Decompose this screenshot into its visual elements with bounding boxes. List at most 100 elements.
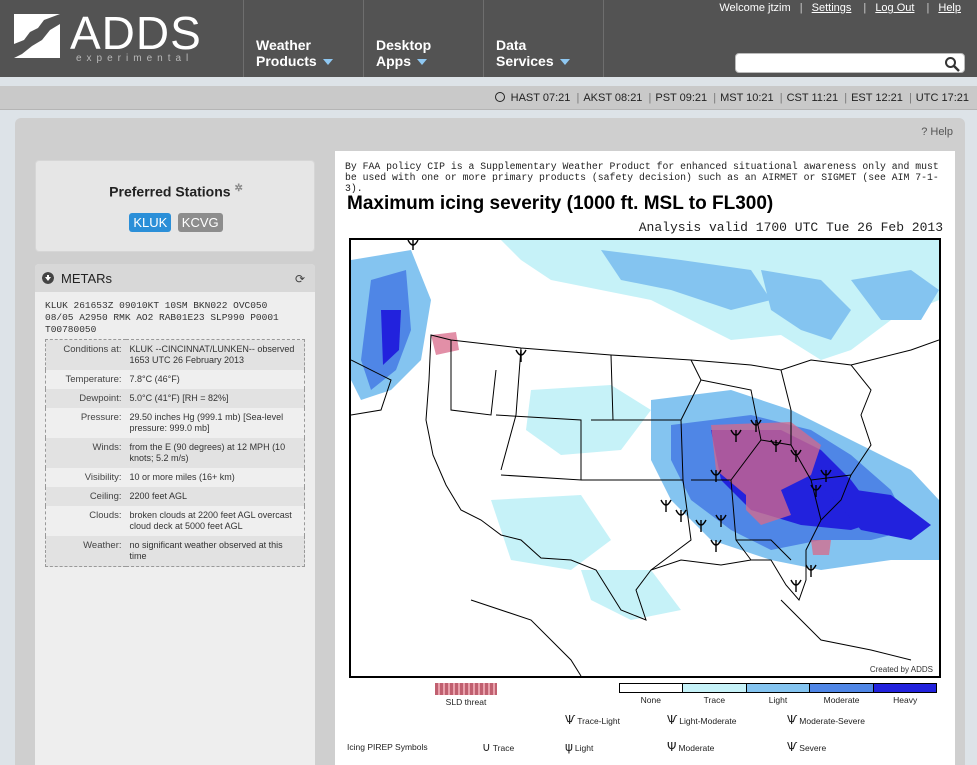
nav-label-line1: Weather [256, 37, 311, 53]
sld-legend: SLD threat [435, 683, 497, 707]
preferred-stations-title: Preferred Stations [109, 183, 231, 200]
pirep-label: Severe [799, 743, 827, 753]
nav-data-services[interactable]: Data Services [483, 0, 603, 77]
row-value: 2200 feet AGL [125, 487, 305, 506]
map-title: Maximum icing severity (1000 ft. MSL to … [347, 193, 774, 214]
time-zone: CST 11:21 [786, 92, 839, 104]
table-row: Conditions at: KLUK --CINCINNAT/LUNKEN-- … [45, 339, 305, 370]
icing-map-graphic [351, 240, 939, 676]
pirep-moderate-icon: Ψ [667, 740, 677, 754]
severity-swatch-trace [683, 684, 747, 692]
pirep-legend-item: Ѱ Light-Moderate [667, 713, 736, 727]
refresh-icon[interactable]: ⟳ [295, 272, 305, 286]
table-row: Weather: no significant weather observed … [45, 536, 305, 567]
pirep-label: Moderate-Severe [799, 716, 865, 726]
user-links: Welcome jtzim | Settings | Log Out | Help [719, 2, 961, 14]
row-value: 7.8°C (46°F) [125, 370, 305, 389]
icing-product-panel: By FAA policy CIP is a Supplementary Wea… [335, 151, 955, 765]
faa-disclaimer: By FAA policy CIP is a Supplementary Wea… [345, 161, 939, 194]
severity-label: None [640, 695, 661, 705]
metar-decoded-table: Conditions at: KLUK --CINCINNAT/LUNKEN-- … [45, 339, 305, 567]
sld-label: SLD threat [445, 697, 487, 707]
severity-swatch-light [746, 684, 811, 692]
clock-icon [494, 92, 505, 102]
help-label: Help [930, 126, 953, 138]
pirep-severe-icon: Ѱ [787, 740, 798, 754]
pirep-legend-item: Ѱ Moderate-Severe [787, 713, 865, 727]
table-row: Temperature: 7.8°C (46°F) [45, 370, 305, 389]
nav-label-line2: Products [256, 53, 317, 69]
icing-field-layer [351, 240, 939, 620]
search-input[interactable] [742, 54, 942, 72]
nav-label-line2: Apps [376, 53, 411, 69]
pirep-moderate-severe-icon: Ѱ [787, 713, 798, 727]
search-box [735, 53, 965, 73]
table-row: Ceiling: 2200 feet AGL [45, 487, 305, 506]
table-row: Clouds: broken clouds at 2200 feet AGL ov… [45, 506, 305, 536]
preferred-stations-card: Preferred Stations ✲ KLUK KCVG [35, 160, 315, 252]
sld-threat-layer [431, 332, 831, 555]
sld-swatch [435, 683, 497, 695]
collapse-arrow-icon[interactable] [42, 272, 54, 284]
station-chip-kcvg[interactable]: KCVG [177, 213, 223, 232]
pirep-legend-item: Ѱ Trace-Light [565, 713, 620, 727]
row-value: 5.0°C (41°F) [RH = 82%] [125, 389, 305, 408]
pirep-trace-icon: ∪ [482, 740, 491, 754]
severity-label: Trace [703, 695, 726, 705]
row-label: Temperature: [45, 370, 126, 389]
row-value: no significant weather observed at this … [125, 536, 305, 567]
table-row: Pressure: 29.50 inches Hg (999.1 mb) [Sea… [45, 408, 305, 438]
severity-swatch-moderate [810, 684, 874, 692]
adds-logo[interactable]: ADDS experimental [14, 7, 214, 66]
severity-legend: None Trace Light Moderate Heavy [619, 683, 937, 705]
row-label: Visibility: [45, 468, 126, 487]
pirep-legend-item: ∪ Trace [482, 740, 514, 754]
welcome-text: Welcome jtzim [719, 2, 791, 14]
pirep-legend-title: Icing PIREP Symbols [347, 742, 428, 752]
station-chip-kluk[interactable]: KLUK [129, 213, 172, 232]
chevron-down-icon [559, 59, 570, 66]
top-header: ADDS experimental Weather Products Deskt… [0, 0, 977, 77]
help-link[interactable]: Help [938, 2, 961, 14]
logo-mark-icon [14, 14, 60, 58]
time-zone: EST 12:21 [851, 92, 903, 104]
metars-panel: METARs ⟳ KLUK 261653Z 09010KT 10SM BKN02… [35, 264, 315, 765]
row-label: Weather: [45, 536, 126, 567]
pirep-label: Light-Moderate [679, 716, 737, 726]
severity-label: Heavy [893, 695, 918, 705]
nav-label-line1: Data [496, 37, 527, 53]
table-row: Visibility: 10 or more miles (16+ km) [45, 468, 305, 487]
pirep-label: Trace [492, 743, 515, 753]
row-label: Ceiling: [45, 487, 126, 506]
help-button[interactable]: ? Help [921, 126, 953, 138]
pirep-label: Moderate [678, 743, 715, 753]
chevron-down-icon [417, 59, 427, 66]
search-icon[interactable] [944, 56, 960, 72]
time-zone: UTC 17:21 [915, 92, 969, 104]
row-label: Clouds: [45, 506, 126, 536]
table-row: Winds: from the E (90 degrees) at 12 MPH … [45, 438, 305, 468]
station-chips: KLUK KCVG [36, 213, 316, 232]
icing-map[interactable]: Created by ADDS [349, 238, 941, 678]
time-zone: PST 09:21 [655, 92, 708, 104]
row-value: KLUK --CINCINNAT/LUNKEN-- observed 1653 … [125, 339, 305, 370]
nav-weather-products[interactable]: Weather Products [243, 0, 363, 77]
settings-link[interactable]: Settings [812, 2, 852, 14]
pirep-light-moderate-icon: Ѱ [667, 713, 678, 727]
pirep-legend-item: ψ Light [565, 740, 593, 754]
row-value: 10 or more miles (16+ km) [125, 468, 305, 487]
severity-label: Light [768, 695, 788, 705]
logo-text: ADDS [70, 7, 202, 59]
row-label: Pressure: [45, 408, 126, 438]
metar-raw-text: KLUK 261653Z 09010KT 10SM BKN022 OVC050 … [45, 300, 279, 335]
gear-icon[interactable]: ✲ [234, 183, 242, 194]
severity-colorbar [619, 683, 937, 693]
table-row: Dewpoint: 5.0°C (41°F) [RH = 82%] [45, 389, 305, 408]
logout-link[interactable]: Log Out [875, 2, 914, 14]
map-credit: Created by ADDS [869, 665, 933, 674]
map-valid-time: Analysis valid 1700 UTC Tue 26 Feb 2013 [638, 220, 943, 235]
chevron-down-icon [322, 59, 333, 66]
metars-header[interactable]: METARs ⟳ [35, 264, 315, 292]
nav-desktop-apps[interactable]: Desktop Apps [363, 0, 483, 77]
pirep-label: Trace-Light [577, 716, 620, 726]
